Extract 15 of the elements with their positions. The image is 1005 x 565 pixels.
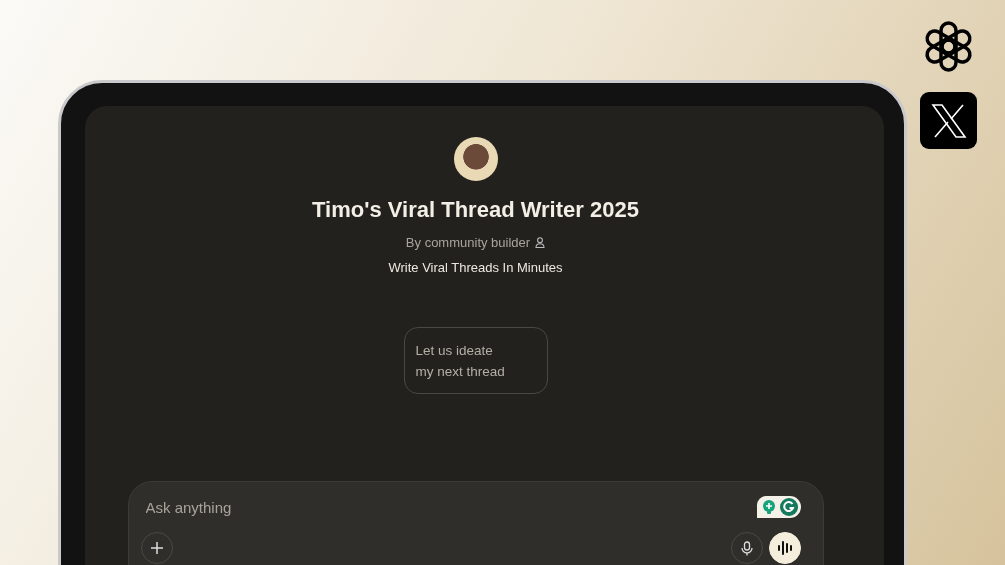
voice-mode-button[interactable]	[768, 532, 801, 564]
avatar-photo-placeholder	[453, 137, 498, 181]
message-input[interactable]: Ask anything	[140, 497, 757, 517]
gpt-tagline: Write Viral Threads In Minutes	[388, 260, 563, 275]
grammarly-g-icon	[779, 498, 798, 516]
sound-wave-icon	[776, 541, 793, 555]
author-byline: By community builder	[405, 235, 531, 250]
microphone-icon	[740, 540, 753, 556]
suggestion-card[interactable]: Let us ideate my next thread	[403, 327, 548, 394]
plus-icon	[149, 541, 164, 555]
gpt-title: Timo's Viral Thread Writer 2025	[312, 197, 639, 223]
x-letter-icon	[930, 103, 967, 138]
person-icon	[535, 237, 546, 248]
grammarly-badge[interactable]	[756, 496, 801, 518]
bulb-icon	[760, 499, 777, 515]
